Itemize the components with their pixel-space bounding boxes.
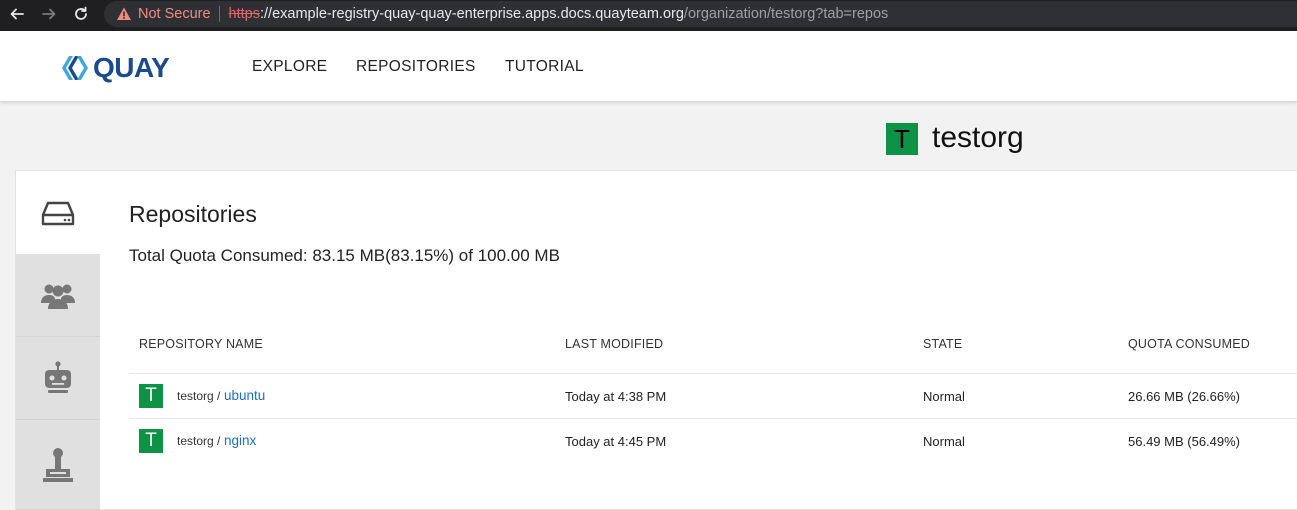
app-header: QUAY EXPLORE REPOSITORIES TUTORIAL xyxy=(0,31,1297,102)
quota-cell: 26.66 MB (26.66%) xyxy=(1128,389,1241,404)
side-tab-bar xyxy=(16,171,100,510)
table-divider xyxy=(129,418,1297,419)
col-header-state[interactable]: STATE xyxy=(923,337,962,351)
repo-namespace: testorg / xyxy=(177,434,221,448)
address-bar[interactable]: Not Secure https ://example-registry-qua… xyxy=(104,1,1297,27)
state-cell: Normal xyxy=(923,389,965,404)
teams-icon xyxy=(41,284,75,309)
address-separator xyxy=(218,6,220,22)
col-header-repository-name[interactable]: REPOSITORY NAME xyxy=(139,337,263,351)
logo-text: QUAY xyxy=(93,52,170,83)
repo-avatar: T xyxy=(139,384,163,408)
url-path: /organization/testorg?tab=repos xyxy=(683,6,889,22)
back-arrow-icon[interactable] xyxy=(7,4,27,24)
org-avatar: T xyxy=(886,123,918,155)
state-cell: Normal xyxy=(923,434,965,449)
quay-logo[interactable]: QUAY xyxy=(60,52,170,84)
org-name: testorg xyxy=(932,121,1024,154)
section-title: Repositories xyxy=(129,201,257,227)
forward-arrow-icon[interactable] xyxy=(39,4,59,24)
nav-repositories[interactable]: REPOSITORIES xyxy=(356,58,476,76)
tab-repositories[interactable] xyxy=(16,171,100,254)
tab-robot-accounts[interactable] xyxy=(16,337,100,420)
last-modified-cell: Today at 4:45 PM xyxy=(565,434,667,449)
table-divider xyxy=(129,373,1297,374)
default-permissions-icon xyxy=(43,447,73,482)
repo-name-cell: testorg / ubuntu xyxy=(177,388,265,403)
reload-icon[interactable] xyxy=(71,4,91,24)
tab-default-permissions[interactable] xyxy=(16,420,100,510)
browser-toolbar: Not Secure https ://example-registry-qua… xyxy=(0,0,1297,31)
repo-namespace: testorg / xyxy=(177,389,221,403)
repo-avatar: T xyxy=(139,429,163,453)
url-host: ://example-registry-quay-quay-enterprise… xyxy=(259,6,684,22)
repositories-icon xyxy=(41,201,75,225)
nav-explore[interactable]: EXPLORE xyxy=(252,58,327,76)
last-modified-cell: Today at 4:38 PM xyxy=(565,389,667,404)
nav-tutorial[interactable]: TUTORIAL xyxy=(505,58,584,76)
warning-icon xyxy=(117,7,131,20)
url-scheme: https xyxy=(228,6,260,22)
repo-name-cell: testorg / nginx xyxy=(177,433,256,448)
quota-summary: Total Quota Consumed: 83.15 MB(83.15%) o… xyxy=(129,246,560,265)
robot-accounts-icon xyxy=(45,361,71,393)
col-header-last-modified[interactable]: LAST MODIFIED xyxy=(565,337,663,351)
tab-teams[interactable] xyxy=(16,254,100,337)
repo-link[interactable]: nginx xyxy=(224,433,256,448)
col-header-quota-consumed[interactable]: QUOTA CONSUMED xyxy=(1128,337,1250,351)
security-status[interactable]: Not Secure xyxy=(138,6,211,22)
quay-logo-icon xyxy=(62,56,88,80)
quota-cell: 56.49 MB (56.49%) xyxy=(1128,434,1241,449)
repo-link[interactable]: ubuntu xyxy=(224,388,265,403)
